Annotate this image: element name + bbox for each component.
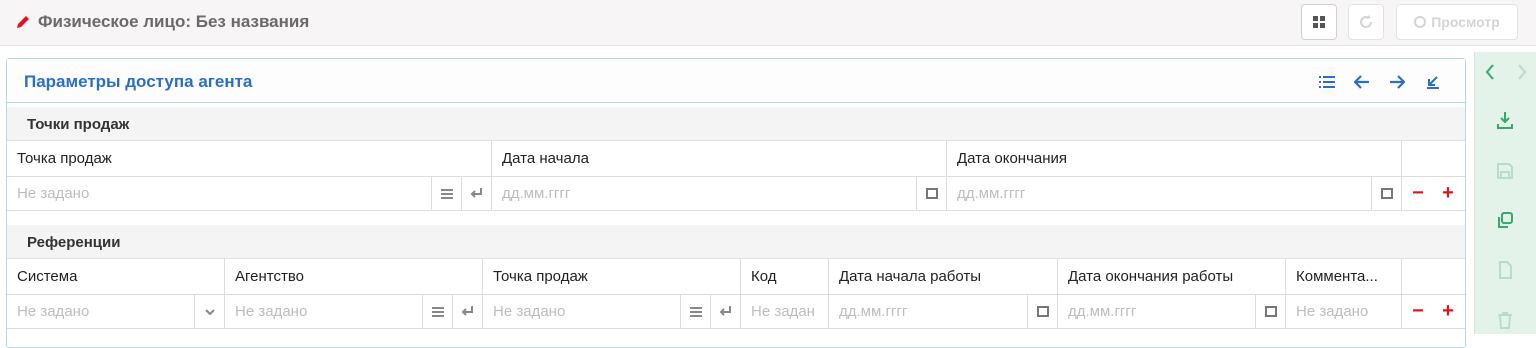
rail-next-button[interactable] [1509, 56, 1535, 88]
calendar-button[interactable] [1028, 295, 1058, 328]
comment-field[interactable]: Не задано [1286, 295, 1402, 328]
refresh-button[interactable] [1348, 4, 1384, 40]
refresh-icon [1360, 15, 1372, 28]
system-dropdown-button[interactable] [195, 295, 225, 328]
code-field[interactable]: Не задан [741, 295, 829, 328]
section-sale-points: Точки продаж [7, 107, 1465, 141]
layout-toggle-button[interactable] [1301, 4, 1337, 40]
delete-button[interactable] [1489, 304, 1521, 336]
add-row-button[interactable]: + [1436, 295, 1460, 328]
plus-icon: + [1442, 300, 1454, 322]
collapse-icon[interactable] [1423, 72, 1443, 92]
column-header: Дата начала [492, 141, 947, 176]
enter-button[interactable] [462, 177, 492, 210]
view-button-label: Просмотр [1431, 14, 1500, 30]
menu-icon [689, 306, 702, 317]
end-date-field[interactable]: дд.мм.гггг [947, 177, 1372, 210]
menu-icon [431, 306, 444, 317]
enter-icon [470, 188, 482, 198]
arrow-left-icon[interactable] [1352, 72, 1372, 92]
start-date-field[interactable]: дд.мм.гггг [492, 177, 917, 210]
pencil-icon [17, 16, 29, 28]
trash-icon [1498, 312, 1512, 329]
list-select-button[interactable] [432, 177, 462, 210]
column-header: Коммента... [1286, 259, 1402, 294]
calendar-button[interactable] [917, 177, 947, 210]
plus-icon: + [1442, 182, 1454, 204]
arrow-right-icon[interactable] [1387, 72, 1407, 92]
chevron-down-icon [204, 308, 215, 315]
sale-point-field[interactable]: Не задано [7, 177, 432, 210]
column-header: Дата окончания работы [1058, 259, 1286, 294]
copy-button[interactable] [1489, 204, 1521, 236]
enter-button[interactable] [711, 295, 741, 328]
list-select-button[interactable] [681, 295, 711, 328]
enter-icon [461, 306, 473, 316]
eye-icon [1414, 16, 1427, 28]
remove-row-button[interactable]: − [1406, 177, 1430, 210]
work-start-date-field[interactable]: дд.мм.гггг [829, 295, 1028, 328]
column-header: Агентство [225, 259, 483, 294]
calendar-icon [1036, 306, 1049, 317]
sale-points-header: Точка продаж Дата начала Дата окончания [7, 141, 1465, 177]
section-title: Точки продаж [27, 116, 130, 133]
column-header: Точка продаж [7, 141, 492, 176]
calendar-icon [1264, 306, 1277, 317]
remove-row-button[interactable]: − [1406, 295, 1430, 328]
sale-point-field[interactable]: Не задано [483, 295, 681, 328]
file-icon [1499, 261, 1512, 279]
rail-prev-button[interactable] [1477, 56, 1503, 88]
chevron-right-icon [1518, 64, 1527, 80]
column-header: Дата начала работы [829, 259, 1058, 294]
view-button[interactable]: Просмотр [1396, 4, 1518, 40]
column-header: Точка продаж [483, 259, 741, 294]
column-header: Дата окончания [947, 141, 1402, 176]
grid-icon [1313, 16, 1325, 28]
references-header: Система Агентство Точка продаж Код Дата … [7, 259, 1465, 295]
download-icon [1497, 112, 1513, 129]
column-header: Код [741, 259, 829, 294]
system-field[interactable]: Не задано [7, 295, 195, 328]
top-bar: Физическое лицо: Без названия Просмотр [0, 0, 1536, 46]
section-references: Референции [7, 225, 1465, 259]
calendar-button[interactable] [1256, 295, 1286, 328]
minus-icon: − [1412, 300, 1424, 322]
export-button[interactable] [1489, 254, 1521, 286]
panel-header: Параметры доступа агента [7, 59, 1465, 103]
chevron-left-icon [1485, 64, 1494, 80]
agent-access-panel: Параметры доступа агента Точки продаж То… [6, 58, 1466, 348]
save-button[interactable] [1489, 155, 1521, 187]
enter-icon [719, 306, 731, 316]
work-end-date-field[interactable]: дд.мм.гггг [1058, 295, 1256, 328]
menu-icon [440, 188, 453, 199]
page-title: Физическое лицо: Без названия [14, 12, 309, 32]
calendar-icon [925, 188, 938, 199]
save-icon [1497, 163, 1513, 179]
table-row: Не задано дд.мм.гггг дд.мм.гггг − + [7, 177, 1465, 211]
list-icon[interactable] [1317, 72, 1337, 92]
add-row-button[interactable]: + [1436, 177, 1460, 210]
agency-field[interactable]: Не задано [225, 295, 423, 328]
column-header: Система [7, 259, 225, 294]
calendar-icon [1380, 188, 1393, 199]
section-title: Референции [27, 234, 121, 251]
minus-icon: − [1412, 182, 1424, 204]
download-button[interactable] [1489, 104, 1521, 136]
page-title-text: Физическое лицо: Без названия [38, 12, 310, 31]
copy-icon [1498, 212, 1513, 228]
table-row: Не задано Не задано Не задано Не задан д… [7, 295, 1465, 329]
calendar-button[interactable] [1372, 177, 1402, 210]
list-select-button[interactable] [423, 295, 453, 328]
enter-button[interactable] [453, 295, 483, 328]
action-rail [1474, 52, 1536, 334]
panel-title: Параметры доступа агента [24, 72, 253, 91]
